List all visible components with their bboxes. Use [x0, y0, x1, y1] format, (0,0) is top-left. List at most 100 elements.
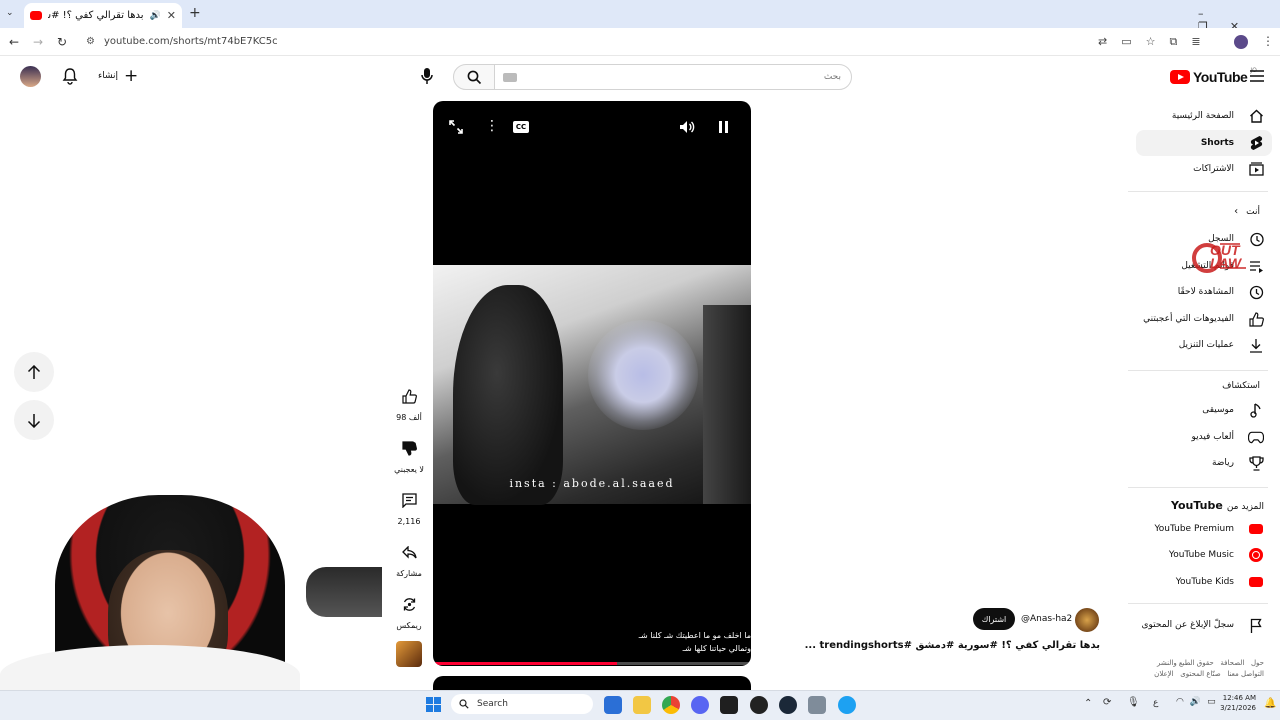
- sidebar-item-youtube-music[interactable]: YouTube Music: [1130, 542, 1280, 568]
- arrow-down-icon: [27, 413, 41, 428]
- media-icon[interactable]: ≣: [1191, 35, 1200, 49]
- chrome-icon[interactable]: [662, 696, 680, 714]
- sidebar-item-downloads[interactable]: عمليات التنزيل: [1130, 332, 1280, 358]
- more-options-icon[interactable]: ⋮: [485, 119, 499, 133]
- forward-icon[interactable]: →: [33, 35, 43, 49]
- youtube-logo[interactable]: YouTube JO: [1170, 67, 1257, 85]
- file-explorer-icon[interactable]: [633, 696, 651, 714]
- trophy-icon: [1248, 455, 1264, 471]
- sidebar-item-youtube-premium[interactable]: YouTube Premium: [1130, 516, 1280, 542]
- captions-icon[interactable]: CC: [513, 121, 529, 133]
- sidebar-item-home[interactable]: الصفحة الرئيسية: [1130, 103, 1280, 129]
- avatar[interactable]: [20, 66, 41, 87]
- obs-icon[interactable]: [750, 696, 768, 714]
- url-field[interactable]: youtube.com/shorts/mt74bE7KC5c: [104, 36, 278, 47]
- footer-links[interactable]: التواصل معنا صنّاع المحتوى الإعلان: [1154, 669, 1264, 680]
- comments-button[interactable]: 2,116: [394, 486, 424, 526]
- search-input[interactable]: بحث: [494, 64, 852, 90]
- sidebar-item-label: ألعاب فيديو: [1191, 432, 1234, 442]
- tab-list-button[interactable]: ⌄: [6, 8, 14, 18]
- keyboard-icon[interactable]: [503, 72, 517, 82]
- input-language[interactable]: ع: [1153, 698, 1158, 708]
- sidebar-item-youtube-kids[interactable]: YouTube Kids: [1130, 569, 1280, 595]
- search-placeholder: بحث: [823, 72, 841, 82]
- sidebar-item-label: موسيقى: [1202, 405, 1234, 415]
- back-icon[interactable]: ←: [9, 35, 19, 49]
- taskbar-search-box[interactable]: Search: [451, 694, 593, 714]
- subscribe-button[interactable]: اشتراك: [973, 608, 1015, 630]
- create-button[interactable]: إنشاء +: [90, 65, 138, 87]
- tray-overflow-icon[interactable]: ⌃: [1084, 698, 1092, 709]
- sidebar-item-report-history[interactable]: سجلّ الإبلاغ عن المحتوى: [1130, 612, 1280, 638]
- shorts-video-player[interactable]: insta : abode.al.saaed ⋮ CC ما اخلف مو م…: [433, 101, 751, 666]
- windows-start-icon[interactable]: [426, 697, 441, 712]
- dislike-label: لا يعجبني: [394, 465, 424, 474]
- taskbar-search-label: Search: [477, 699, 508, 709]
- pause-icon[interactable]: [719, 121, 728, 133]
- steam-icon[interactable]: [779, 696, 797, 714]
- shorts-icon: [1248, 135, 1264, 151]
- task-view-icon[interactable]: [604, 696, 622, 714]
- discord-icon[interactable]: [691, 696, 709, 714]
- search-button[interactable]: [453, 64, 495, 90]
- channel-avatar[interactable]: [1075, 608, 1099, 632]
- sidebar-item-watch-later[interactable]: المشاهدة لاحقًا: [1130, 279, 1280, 305]
- thumbs-down-icon: [395, 434, 423, 462]
- translate-icon[interactable]: ⇄: [1098, 35, 1107, 49]
- bookmark-star-icon[interactable]: ☆: [1146, 35, 1156, 49]
- volume-icon[interactable]: [679, 120, 695, 134]
- progress-track[interactable]: [433, 662, 751, 665]
- sidebar-item-music[interactable]: موسيقى: [1130, 397, 1280, 423]
- like-icon: [1248, 311, 1264, 327]
- new-tab-button[interactable]: +: [189, 5, 201, 21]
- extensions-icon[interactable]: ⧉: [1170, 35, 1178, 49]
- voice-search-icon[interactable]: [420, 67, 434, 85]
- sidebar-divider: [1128, 191, 1268, 192]
- site-info-icon[interactable]: ⚙: [86, 36, 95, 47]
- tab-audio-icon[interactable]: 🔊: [150, 11, 161, 21]
- tab-close-icon[interactable]: ✕: [167, 9, 176, 22]
- browser-menu-icon[interactable]: ⋮: [1262, 34, 1274, 48]
- fullscreen-icon[interactable]: [449, 120, 463, 134]
- channel-handle[interactable]: @Anas-ha2: [1021, 614, 1072, 624]
- tray-sync-icon[interactable]: ⟳: [1103, 697, 1111, 708]
- sidebar-item-label: عمليات التنزيل: [1178, 340, 1234, 350]
- minimize-icon[interactable]: –: [1198, 7, 1226, 20]
- sound-thumbnail[interactable]: [396, 641, 422, 667]
- footer-links[interactable]: حول الصحافة حقوق الطبع والنشر: [1154, 658, 1264, 669]
- tray-mic-icon[interactable]: 🎙: [1127, 697, 1140, 708]
- profile-avatar[interactable]: [1234, 35, 1248, 49]
- share-label: مشاركة: [396, 569, 422, 578]
- edge-icon[interactable]: [838, 696, 856, 714]
- guide-menu-icon[interactable]: [1250, 70, 1264, 82]
- like-button[interactable]: 98 ألف: [394, 382, 424, 422]
- home-icon: [1248, 108, 1264, 124]
- sidebar-item-sports[interactable]: رياضة: [1130, 450, 1280, 476]
- sidebar-item-subscriptions[interactable]: الاشتراكات: [1130, 156, 1280, 182]
- taskbar-clock[interactable]: 12:46 AM 3/21/2026: [1208, 693, 1256, 713]
- wifi-icon: ◠: [1176, 697, 1184, 707]
- next-short-button[interactable]: [14, 400, 54, 440]
- sidebar-section-title: استكشاف: [1222, 381, 1260, 391]
- sidebar-item-gaming[interactable]: ألعاب فيديو: [1130, 424, 1280, 450]
- sidebar-divider: [1128, 603, 1268, 604]
- previous-short-button[interactable]: [14, 352, 54, 392]
- terminal-icon[interactable]: [720, 696, 738, 714]
- speaker-icon: 🔊: [1189, 697, 1202, 707]
- subscriptions-icon: [1248, 161, 1264, 177]
- blurred-spot: [588, 320, 698, 430]
- notification-center-icon[interactable]: 🔔: [1264, 698, 1276, 709]
- reload-icon[interactable]: ↻: [57, 35, 67, 49]
- share-button[interactable]: مشاركة: [394, 538, 424, 578]
- cast-icon[interactable]: ▭: [1121, 35, 1131, 49]
- dislike-button[interactable]: لا يعجبني: [394, 434, 424, 474]
- notifications-bell-icon[interactable]: [62, 68, 78, 85]
- browser-tab[interactable]: ✕ 🔊 بدها تقرالي كفي ؟! #سورية: [24, 3, 182, 28]
- youtube-music-icon: [1248, 547, 1264, 563]
- settings-icon[interactable]: [808, 696, 826, 714]
- next-short-preview[interactable]: [433, 676, 751, 690]
- sidebar-you-header[interactable]: ‹ أنت: [1234, 206, 1260, 217]
- sidebar-item-liked-videos[interactable]: الفيديوهات التي أعجبتني: [1130, 306, 1280, 332]
- remix-button[interactable]: ريمكس: [394, 590, 424, 630]
- sidebar-item-shorts[interactable]: Shorts: [1130, 130, 1280, 156]
